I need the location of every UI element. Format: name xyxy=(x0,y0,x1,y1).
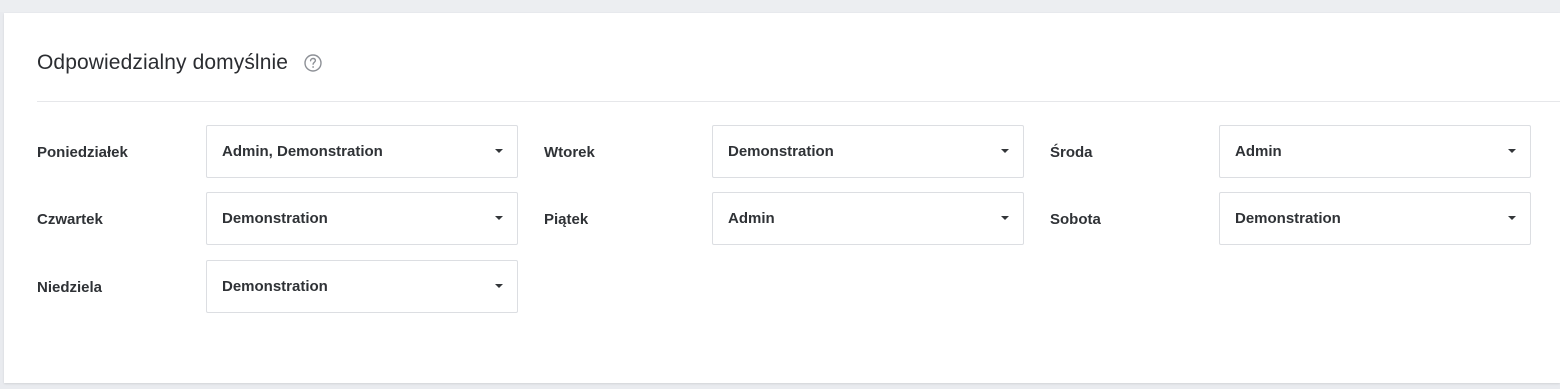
select-value: Admin, Demonstration xyxy=(222,143,383,160)
label-sobota: Sobota xyxy=(1050,211,1101,228)
select-wtorek[interactable]: Demonstration xyxy=(712,125,1024,178)
panel-title: Odpowiedzialny domyślnie xyxy=(37,51,289,74)
label-wtorek: Wtorek xyxy=(544,144,595,161)
label-czwartek: Czwartek xyxy=(37,211,103,228)
select-value: Demonstration xyxy=(222,278,328,295)
header-divider xyxy=(37,101,1560,102)
select-value: Demonstration xyxy=(1235,210,1341,227)
select-piatek[interactable]: Admin xyxy=(712,192,1024,245)
question-circle-icon[interactable] xyxy=(303,53,323,73)
caret-down-icon xyxy=(1508,149,1516,153)
panel-header: Odpowiedzialny domyślnie xyxy=(37,49,323,77)
select-sobota[interactable]: Demonstration xyxy=(1219,192,1531,245)
caret-down-icon xyxy=(495,216,503,220)
label-piatek: Piątek xyxy=(544,211,589,228)
select-value: Demonstration xyxy=(728,143,834,160)
select-poniedzialek[interactable]: Admin, Demonstration xyxy=(206,125,518,178)
label-poniedzialek: Poniedziałek xyxy=(37,144,128,161)
select-czwartek[interactable]: Demonstration xyxy=(206,192,518,245)
select-value: Admin xyxy=(728,210,775,227)
label-niedziela: Niedziela xyxy=(37,279,103,296)
default-responsible-panel: Odpowiedzialny domyślnie Poniedziałek Ad… xyxy=(4,13,1560,383)
caret-down-icon xyxy=(495,284,503,288)
select-niedziela[interactable]: Demonstration xyxy=(206,260,518,313)
select-value: Admin xyxy=(1235,143,1282,160)
caret-down-icon xyxy=(1508,216,1516,220)
select-sroda[interactable]: Admin xyxy=(1219,125,1531,178)
label-sroda: Środa xyxy=(1050,144,1093,161)
caret-down-icon xyxy=(495,149,503,153)
caret-down-icon xyxy=(1001,216,1009,220)
select-value: Demonstration xyxy=(222,210,328,227)
caret-down-icon xyxy=(1001,149,1009,153)
top-strip xyxy=(0,0,1560,12)
